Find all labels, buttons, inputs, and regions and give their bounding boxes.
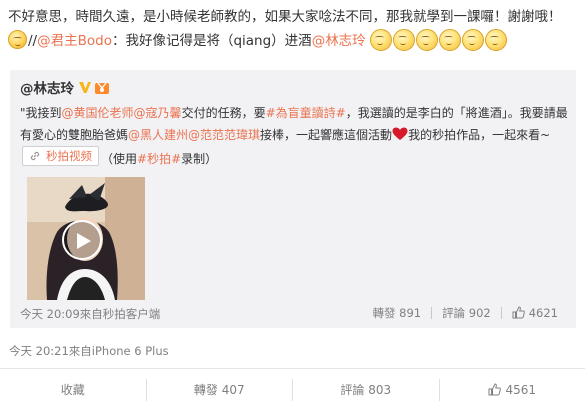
repost-text: "我接到@黄国伦老师@寇乃馨交付的任務，要#為盲童讀詩#，我選讀的是李白的「將進…	[20, 102, 568, 170]
mention-separator: //	[28, 33, 37, 49]
video-thumbnail[interactable]	[27, 177, 145, 300]
video-link-chip[interactable]: 秒拍视频	[22, 146, 99, 166]
action-bar: 收藏 轉發 407 評論 803 4561	[0, 368, 585, 410]
repost-comment-link[interactable]: 評論 902	[442, 305, 491, 321]
divider	[431, 307, 432, 319]
heart-icon	[392, 127, 408, 141]
emoticon-icon	[416, 29, 438, 51]
repost-actions: 轉發 891 評論 902 4621	[373, 305, 559, 321]
hashtag-link-miaopai[interactable]: #秒拍#	[137, 152, 181, 166]
repost-repost-link[interactable]: 轉發 891	[373, 305, 422, 321]
mention-link-linzhiling[interactable]: @林志玲	[312, 33, 366, 49]
mention-link-bodo[interactable]: @君主Bodo	[37, 33, 112, 49]
repost-text-segment: （使用	[101, 152, 137, 166]
video-chip-label: 秒拍视频	[46, 145, 92, 167]
repost-like-count: 4621	[529, 306, 558, 320]
emoticon-icon	[462, 29, 484, 51]
like-button[interactable]: 4561	[439, 379, 585, 401]
emoticon-icon	[393, 29, 415, 51]
repost-text-segment: "我接到	[20, 106, 62, 120]
repost-author-row: @林志玲	[20, 77, 110, 97]
emoticon-icon	[439, 29, 461, 51]
mention-link-heirenjianzhou[interactable]: @黑人建州	[128, 128, 188, 142]
emoticon-icon	[485, 29, 507, 51]
play-video-button[interactable]	[62, 220, 102, 260]
repost-author-link[interactable]: @林志玲	[20, 81, 74, 97]
repost-meta: 今天 20:09來自秒拍客户端	[20, 306, 160, 322]
repost-label: 轉發 407	[194, 381, 245, 398]
repost-text-segment: 我的秒拍作品，一起來看~	[408, 128, 550, 142]
comment-button[interactable]: 評論 803	[292, 379, 439, 401]
post-meta: 今天 20:21來自iPhone 6 Plus	[9, 343, 169, 359]
thumbs-up-icon	[488, 383, 501, 396]
medal-badge-icon	[94, 81, 110, 95]
collect-button[interactable]: 收藏	[0, 379, 146, 401]
post-text-part1: 不好意思，時間久遠，是小時候老師教的，如果大家唸法不同，那我就學到一課囉！謝謝哦…	[8, 9, 562, 25]
repost-text-segment: 接棒，一起響應這個活動	[260, 128, 392, 142]
post-text-part2: ：我好像记得是将（qiang）进酒	[112, 33, 312, 49]
thumbs-up-icon	[512, 306, 525, 319]
repost-like-button[interactable]: 4621	[512, 306, 558, 320]
mention-link-huangguolun[interactable]: @黄国伦老师	[62, 106, 134, 120]
verified-v-icon	[78, 81, 92, 94]
mention-link-fanweiqi[interactable]: @范范范瑋琪	[188, 128, 260, 142]
smile-emoticon-icon	[8, 30, 27, 49]
post-text: 不好意思，時間久遠，是小時候老師教的，如果大家唸法不同，那我就學到一課囉！謝謝哦…	[8, 6, 580, 53]
repost-button[interactable]: 轉發 407	[146, 379, 293, 401]
reposted-weibo-card: @林志玲 "我接到@黄国伦老师@寇乃馨交付的任務，要#為盲童讀詩#，我選讀的是李…	[10, 70, 576, 328]
repost-text-segment: 交付的任務，要	[182, 106, 266, 120]
repost-text-segment: 录制）	[181, 152, 217, 166]
emoticon-icon	[370, 29, 392, 51]
link-icon	[29, 150, 41, 162]
collect-label: 收藏	[61, 381, 85, 398]
divider	[501, 307, 502, 319]
comment-label: 評論 803	[340, 381, 391, 398]
like-count: 4561	[505, 383, 536, 397]
mention-link-kounaixin[interactable]: @寇乃馨	[134, 106, 182, 120]
hashtag-link-mangtong[interactable]: #為盲童讀詩#	[266, 106, 346, 120]
